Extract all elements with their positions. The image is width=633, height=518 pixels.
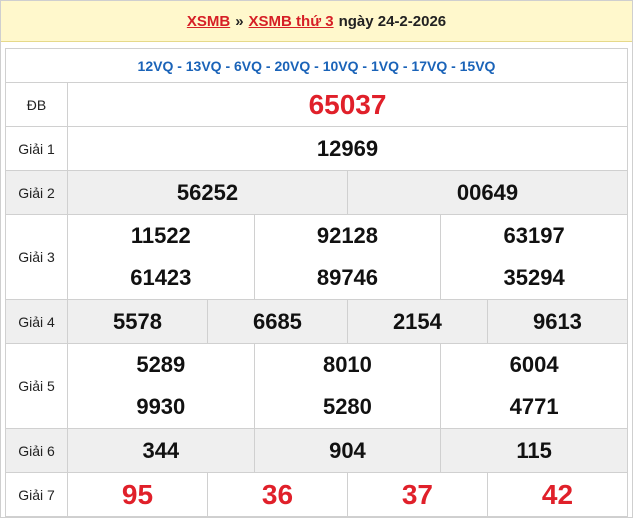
- prize5-number: 6004: [509, 352, 559, 377]
- prize3-cell: 11522 61423: [67, 214, 255, 300]
- prize5-cell: 5289 9930: [67, 343, 255, 429]
- prize7-number: 37: [346, 472, 488, 517]
- prize4-number: 5578: [67, 299, 208, 344]
- label-g7: Giải 7: [5, 472, 68, 517]
- prize5-number: 5289: [136, 352, 186, 377]
- prize5-number: 5280: [322, 394, 372, 419]
- prize7-number: 36: [206, 472, 348, 517]
- result-date: ngày 24-2-2026: [338, 12, 447, 30]
- prize3-number: 63197: [503, 223, 565, 248]
- xsmb-link[interactable]: XSMB: [187, 13, 230, 30]
- xsmb-tuesday-link[interactable]: XSMB thứ 3: [249, 13, 334, 30]
- prize4-number: 6685: [206, 299, 348, 344]
- prize3-cell: 92128 89746: [253, 214, 442, 300]
- prize4-number: 9613: [486, 299, 629, 344]
- label-g4: Giải 4: [5, 299, 68, 344]
- special-prize-number: 65037: [67, 82, 628, 127]
- prize5-cell: 8010 5280: [253, 343, 442, 429]
- prize6-number: 904: [253, 428, 442, 473]
- label-g2: Giải 2: [5, 170, 68, 215]
- prize2-number: 00649: [346, 170, 629, 215]
- lottery-result-panel: XSMB » XSMB thứ 3 ngày 24-2-2026 12VQ - …: [0, 0, 633, 518]
- breadcrumb-separator: »: [235, 12, 244, 30]
- label-g3: Giải 3: [5, 214, 68, 300]
- result-header: XSMB » XSMB thứ 3 ngày 24-2-2026: [1, 1, 632, 42]
- prize6-number: 115: [440, 428, 628, 473]
- label-g6: Giải 6: [5, 428, 68, 473]
- prize6-number: 344: [67, 428, 255, 473]
- prize3-number: 89746: [316, 265, 379, 290]
- ticket-codes: 12VQ - 13VQ - 6VQ - 20VQ - 10VQ - 1VQ - …: [5, 48, 628, 83]
- result-table: 12VQ - 13VQ - 6VQ - 20VQ - 10VQ - 1VQ - …: [5, 48, 629, 517]
- prize5-number: 8010: [322, 352, 372, 377]
- label-g5: Giải 5: [5, 343, 68, 429]
- label-g1: Giải 1: [5, 126, 68, 171]
- prize5-number: 4771: [509, 394, 559, 419]
- prize7-number: 95: [67, 472, 208, 517]
- prize3-number: 35294: [503, 265, 565, 290]
- prize5-number: 9930: [136, 394, 186, 419]
- prize3-number: 11522: [130, 223, 191, 248]
- prize3-number: 61423: [130, 265, 192, 290]
- prize2-number: 56252: [67, 170, 348, 215]
- prize1-number: 12969: [67, 126, 628, 171]
- prize3-number: 92128: [316, 223, 379, 248]
- prize4-number: 2154: [346, 299, 488, 344]
- prize7-number: 42: [486, 472, 629, 517]
- prize5-cell: 6004 4771: [440, 343, 628, 429]
- prize3-cell: 63197 35294: [440, 214, 628, 300]
- label-db: ĐB: [5, 82, 68, 127]
